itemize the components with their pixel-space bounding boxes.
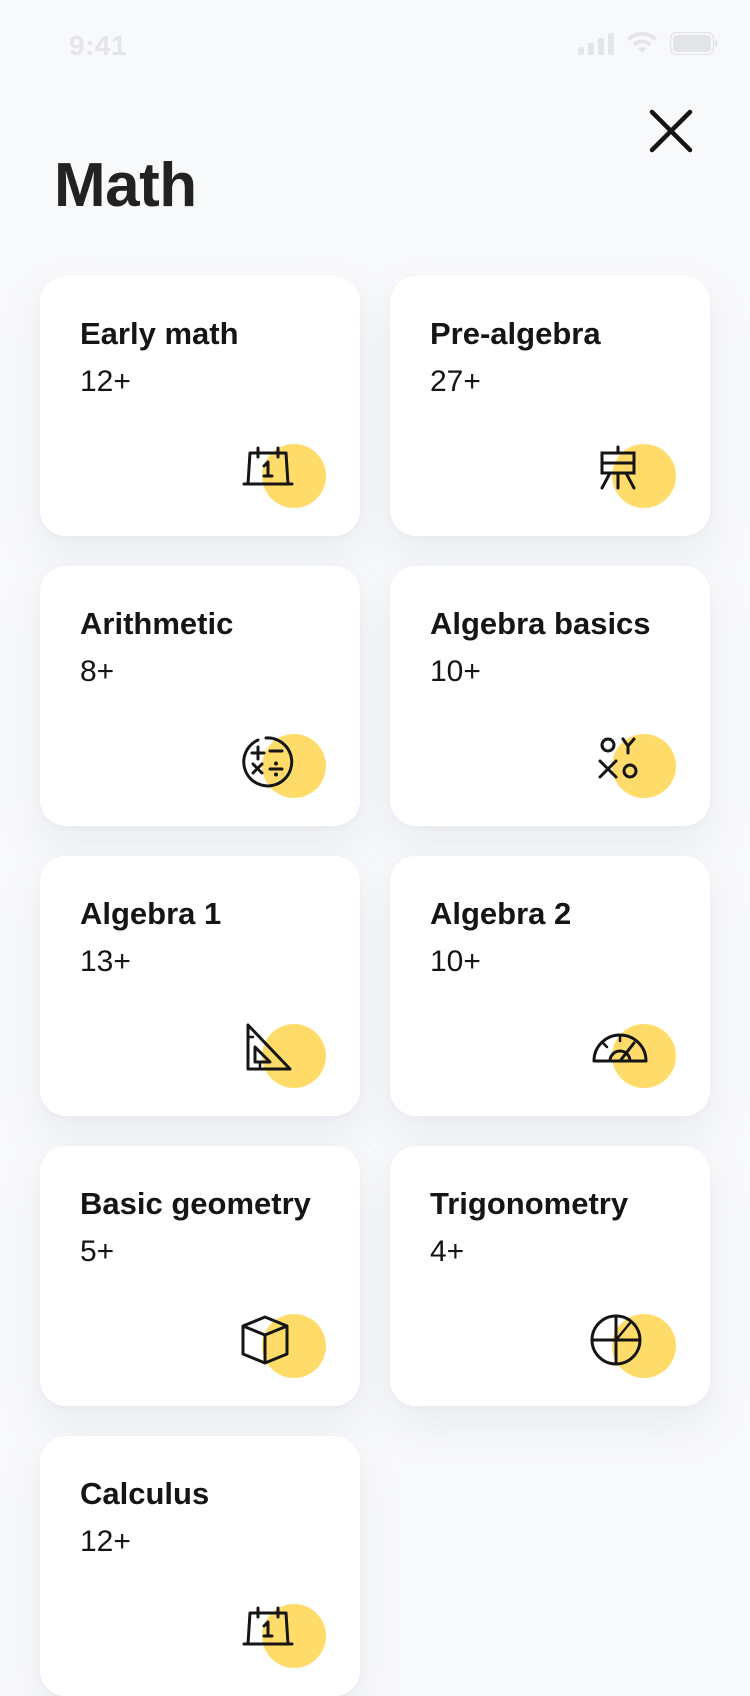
variables-icon [598, 737, 638, 779]
status-bar: 9:41 [0, 0, 750, 94]
topic-title: Algebra 2 [430, 896, 572, 931]
topic-title: Arithmetic [80, 606, 234, 641]
topic-icon-wrap [590, 439, 680, 509]
topic-icon-wrap [590, 1309, 680, 1379]
topic-card-basic-geometry[interactable]: Basic geometry 5+ [40, 1146, 360, 1406]
topic-card-arithmetic[interactable]: Arithmetic 8+ [40, 566, 360, 826]
protractor-icon [592, 1033, 648, 1063]
wifi-icon [627, 32, 657, 53]
close-button[interactable] [640, 100, 702, 162]
topic-title: Calculus [80, 1476, 210, 1511]
topic-count: 10+ [430, 945, 481, 978]
topic-grid: Early math 12+ Pre-algebra 27+ Arithmeti… [40, 276, 710, 1696]
topic-title: Trigonometry [430, 1186, 629, 1221]
topic-icon-wrap [240, 1309, 330, 1379]
page-title: Math [54, 151, 197, 220]
topic-card-pre-algebra[interactable]: Pre-algebra 27+ [390, 276, 710, 536]
topic-card-algebra-basics[interactable]: Algebra basics 10+ [390, 566, 710, 826]
topic-icon-wrap [240, 1019, 330, 1089]
topic-icon-wrap [590, 729, 680, 799]
status-time: 9:41 [69, 30, 128, 61]
topic-count: 12+ [80, 1525, 131, 1558]
topic-count: 5+ [80, 1235, 115, 1268]
operations-icon [242, 736, 294, 788]
set-square-icon [246, 1023, 292, 1071]
topic-title: Algebra basics [430, 606, 651, 641]
topic-count: 13+ [80, 945, 131, 978]
circle-quadrants-icon [590, 1314, 642, 1366]
topic-card-early-math[interactable]: Early math 12+ [40, 276, 360, 536]
topic-card-trigonometry[interactable]: Trigonometry 4+ [390, 1146, 710, 1406]
cellular-signal-icon [578, 32, 614, 55]
cube-icon [241, 1315, 289, 1365]
topic-count: 10+ [430, 655, 481, 688]
status-icons [578, 32, 718, 55]
topic-title: Algebra 1 [80, 896, 222, 931]
topic-card-calculus[interactable]: Calculus 12+ [40, 1436, 360, 1696]
topic-count: 8+ [80, 655, 115, 688]
calendar-icon [242, 1606, 294, 1646]
topic-card-algebra-1[interactable]: Algebra 1 13+ [40, 856, 360, 1116]
topic-title: Pre-algebra [430, 316, 601, 351]
easel-icon [600, 445, 636, 490]
topic-title: Basic geometry [80, 1186, 311, 1221]
topic-count: 27+ [430, 365, 481, 398]
topic-icon-wrap [240, 439, 330, 509]
topic-title: Early math [80, 316, 239, 351]
topic-icon-wrap [240, 1599, 330, 1669]
topic-count: 4+ [430, 1235, 465, 1268]
topic-count: 12+ [80, 365, 131, 398]
close-icon [649, 109, 693, 153]
calendar-icon [242, 446, 294, 486]
topic-icon-wrap [590, 1019, 680, 1089]
topic-icon-wrap [240, 729, 330, 799]
topic-card-algebra-2[interactable]: Algebra 2 10+ [390, 856, 710, 1116]
battery-icon [670, 32, 718, 55]
